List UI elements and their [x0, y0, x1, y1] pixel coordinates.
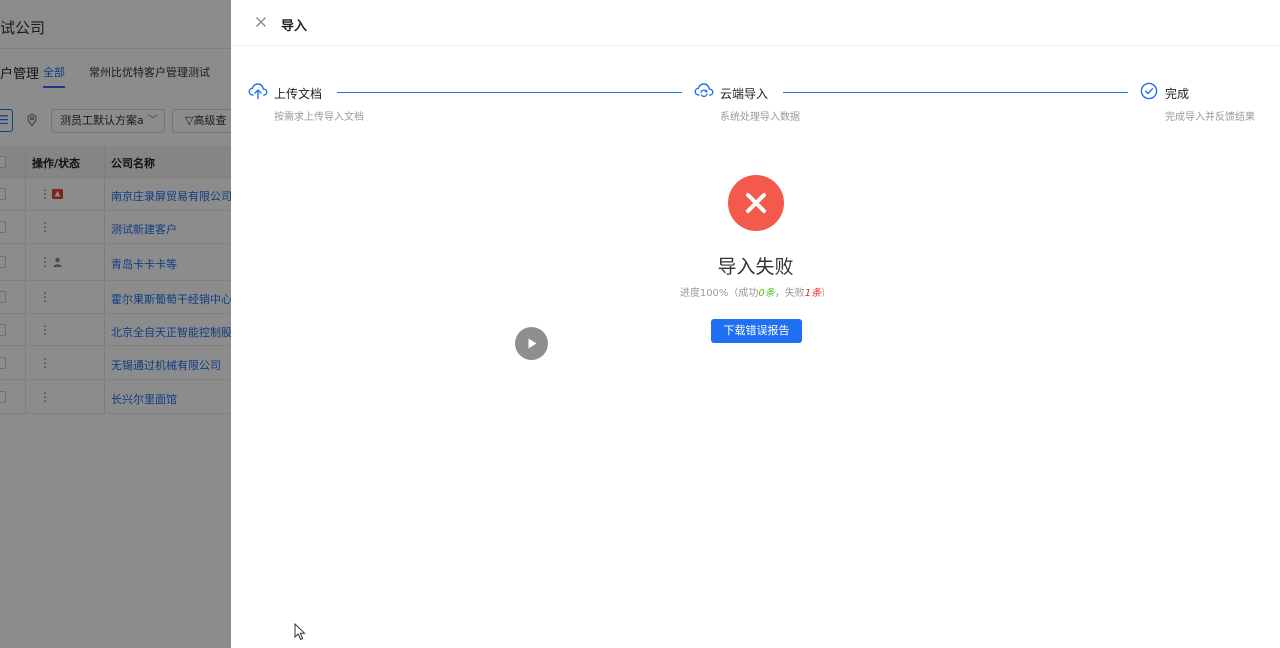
step-connector — [783, 92, 1128, 93]
drawer-header: 导入 — [231, 0, 1280, 46]
success-count: 0条 — [758, 288, 775, 299]
cloud-upload-icon — [248, 83, 268, 100]
error-x-icon — [728, 175, 784, 231]
step-complete-desc: 完成导入并反馈结果 — [1165, 112, 1255, 123]
result-progress: 进度100%（成功0条，失败1条） — [231, 284, 1280, 299]
drawer-title: 导入 — [281, 19, 308, 34]
step-cloud-import-desc: 系统处理导入数据 — [720, 112, 800, 123]
progress-suffix: ） — [821, 288, 832, 299]
close-icon[interactable] — [253, 14, 269, 30]
fail-count: 1条 — [804, 288, 822, 299]
progress-prefix: 进度100%（成功 — [679, 288, 759, 299]
import-drawer: 导入 上传文档 按需求上传导入文档 云端导入 系统处理导入数据 完成 完成导入并… — [231, 0, 1280, 648]
step-upload-desc: 按需求上传导入文档 — [274, 112, 364, 123]
modal-mask[interactable] — [0, 0, 231, 648]
step-complete-title: 完成 — [1165, 87, 1190, 101]
mouse-cursor-icon — [294, 623, 306, 641]
step-connector — [337, 92, 682, 93]
result-title: 导入失败 — [717, 256, 794, 278]
download-error-report-button[interactable]: 下载错误报告 — [711, 319, 802, 343]
progress-middle: ，失败 — [774, 288, 805, 299]
cloud-sync-icon — [694, 83, 714, 98]
step-cloud-import-title: 云端导入 — [720, 87, 769, 101]
check-circle-icon — [1140, 82, 1158, 100]
step-upload-title: 上传文档 — [274, 87, 323, 101]
play-icon[interactable] — [515, 327, 548, 360]
